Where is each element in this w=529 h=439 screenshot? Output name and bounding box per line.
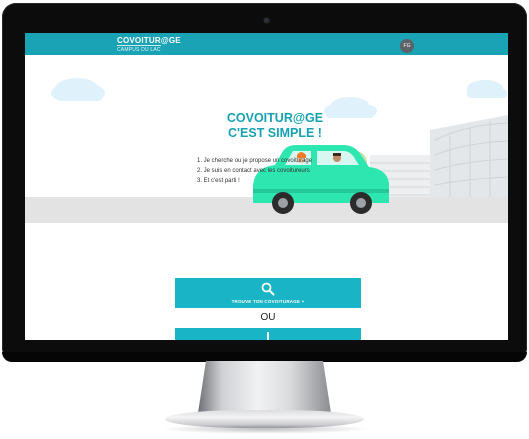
cloud-icon <box>51 78 105 101</box>
propose-carpool-button[interactable] <box>175 328 361 340</box>
actions-section: TROUVE TON COVOITURAGE + OU <box>25 223 508 340</box>
or-separator: OU <box>260 312 276 323</box>
hero-title: COVOITUR@GE C'EST SIMPLE ! <box>175 111 375 141</box>
monitor-bezel: COVOITUR@GE CAMPUS DU LAC FG COVOITUR@GE… <box>2 3 527 362</box>
hero-title-line2: C'EST SIMPLE ! <box>228 126 322 140</box>
monitor-chin <box>2 352 527 362</box>
step-item: 2. Je suis en contact avec les covoiture… <box>197 168 310 174</box>
hero-section: COVOITUR@GE C'EST SIMPLE ! 1. Je cherche… <box>25 55 508 223</box>
webcam-icon <box>264 18 269 23</box>
monitor-stand-neck <box>198 361 331 413</box>
logo-subtitle: CAMPUS DU LAC <box>117 45 161 53</box>
logo-title[interactable]: COVOITUR@GE <box>117 36 181 45</box>
cloud-icon <box>467 80 507 98</box>
step-item: 1. Je cherche ou je propose un covoitura… <box>197 158 313 164</box>
hero-title-line1: COVOITUR@GE <box>226 111 324 125</box>
user-avatar[interactable]: FG <box>400 39 414 53</box>
find-carpool-button[interactable]: TROUVE TON COVOITURAGE + <box>175 278 361 308</box>
search-icon <box>261 282 275 296</box>
stand-shadow <box>160 424 369 434</box>
steps-list: 1. Je cherche ou je propose un covoitura… <box>197 156 312 186</box>
pin-icon <box>267 332 269 340</box>
find-carpool-label: TROUVE TON COVOITURAGE + <box>231 299 305 304</box>
screen: COVOITUR@GE CAMPUS DU LAC FG COVOITUR@GE… <box>25 33 508 340</box>
app-header: COVOITUR@GE CAMPUS DU LAC FG <box>25 33 508 55</box>
step-item: 3. Et c'est parti ! <box>197 178 240 184</box>
